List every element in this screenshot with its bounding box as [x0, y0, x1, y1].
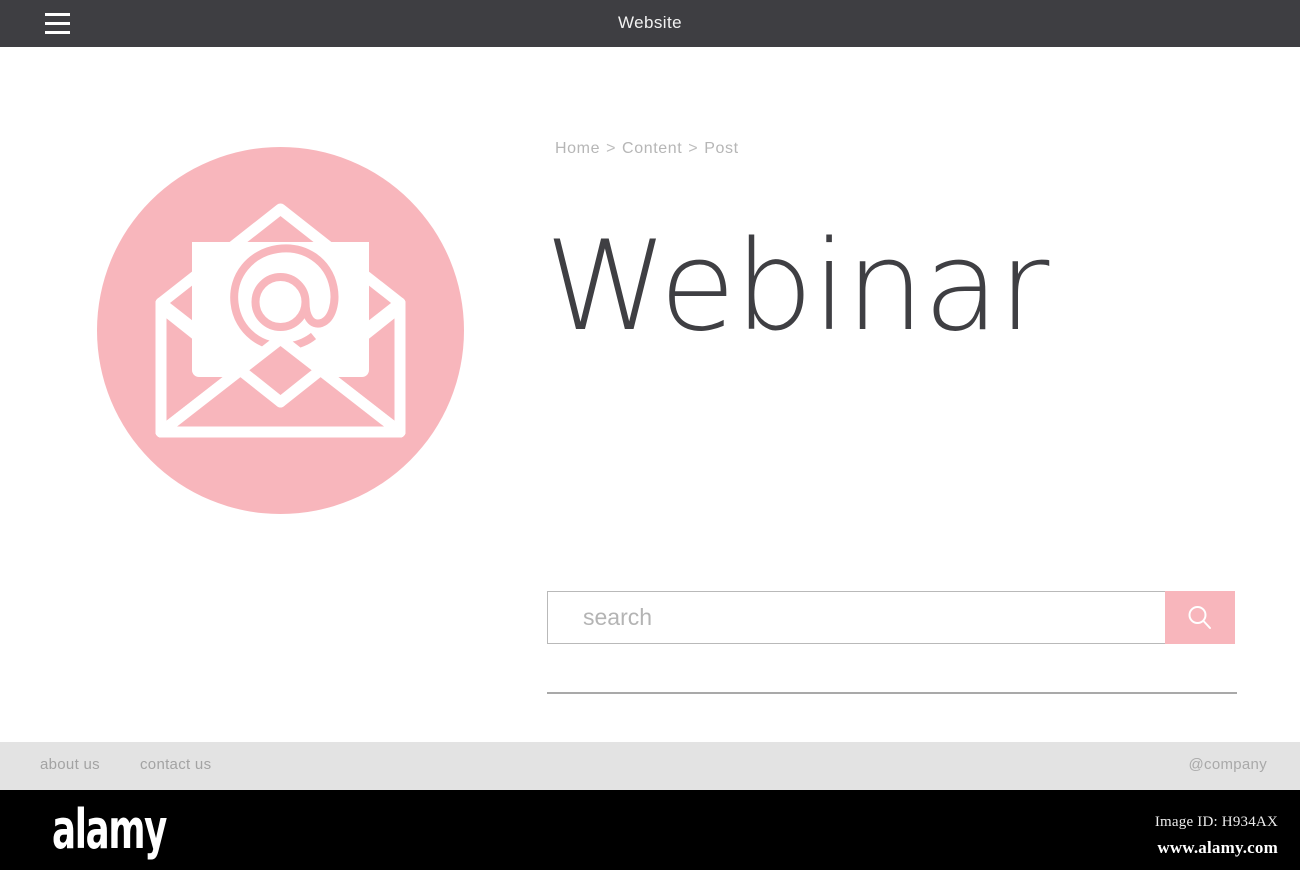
footer-link-contact-us[interactable]: contact us [140, 756, 211, 773]
search-magnifier-icon [1188, 605, 1211, 629]
breadcrumb: Home > Content > Post [555, 140, 739, 158]
page-title: Webinar [545, 215, 1049, 359]
search-input[interactable] [547, 591, 1165, 644]
breadcrumb-separator: > [606, 140, 617, 157]
site-footer: about us contact us @company [0, 742, 1300, 790]
breadcrumb-separator: > [688, 140, 699, 157]
breadcrumb-item-home[interactable]: Home [555, 140, 600, 157]
breadcrumb-item-content[interactable]: Content [622, 140, 682, 157]
image-id-label: Image ID: H934AX [1154, 814, 1278, 830]
search-bar [547, 591, 1235, 644]
site-title: Website [618, 13, 682, 32]
page-content: Home > Content > Post Webinar [0, 47, 1300, 742]
breadcrumb-item-post[interactable]: Post [704, 140, 738, 157]
site-header: Website [0, 0, 1300, 47]
stock-photo-bar: alamy Image ID: H934AX www.alamy.com [0, 790, 1300, 870]
email-envelope-icon [97, 147, 464, 514]
alamy-url-label: www.alamy.com [1157, 838, 1278, 857]
footer-link-about-us[interactable]: about us [40, 756, 100, 773]
footer-company-handle: @company [1188, 756, 1267, 773]
alamy-logo: alamy [52, 798, 167, 861]
search-button[interactable] [1165, 591, 1235, 644]
section-divider [547, 692, 1237, 694]
webpage-mockup: Home > Content > Post Webinar search Web… [0, 0, 1300, 870]
